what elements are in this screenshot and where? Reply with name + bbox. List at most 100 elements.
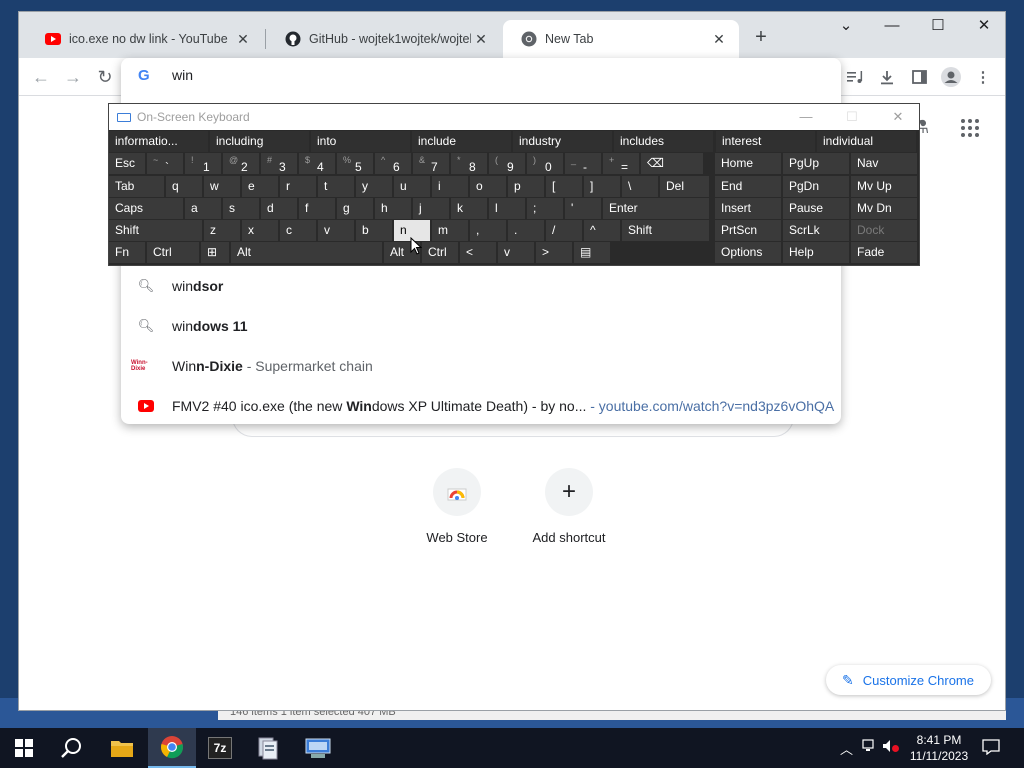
osk-key-m[interactable]: m bbox=[432, 220, 468, 241]
osk-key-y[interactable]: y bbox=[356, 176, 392, 197]
osk-close-icon[interactable]: ✕ bbox=[875, 104, 921, 130]
osk-key-11[interactable]: ) 0 bbox=[527, 153, 563, 174]
osk-key-14[interactable]: ⌫ bbox=[641, 153, 703, 174]
osk-key-k[interactable]: k bbox=[451, 198, 487, 219]
osk-key-fn[interactable]: Fn bbox=[109, 242, 145, 263]
osk-key-[interactable]: ] bbox=[584, 176, 620, 197]
osk-minimize-icon[interactable]: — bbox=[783, 104, 829, 130]
osk-key-u[interactable]: u bbox=[394, 176, 430, 197]
osk-key-[interactable]: [ bbox=[546, 176, 582, 197]
shortcut-add[interactable]: + Add shortcut bbox=[513, 468, 625, 545]
osk-prediction[interactable]: individual bbox=[817, 131, 916, 152]
forward-arrow-icon[interactable]: → bbox=[59, 63, 87, 91]
osk-prediction[interactable]: interest bbox=[716, 131, 815, 152]
osk-key-punct[interactable]: . bbox=[508, 220, 544, 241]
osk-key-scrlk[interactable]: ScrLk bbox=[783, 220, 849, 241]
osk-key-c[interactable]: c bbox=[280, 220, 316, 241]
osk-key-q[interactable]: q bbox=[166, 176, 202, 197]
shortcut-web-store[interactable]: Web Store bbox=[401, 468, 513, 545]
osk-key-dock[interactable]: Dock bbox=[851, 220, 917, 241]
osk-key-s[interactable]: s bbox=[223, 198, 259, 219]
osk-key-caps[interactable]: Caps bbox=[109, 198, 183, 219]
osk-key-v[interactable]: v bbox=[498, 242, 534, 263]
tab-close-icon[interactable]: ✕ bbox=[471, 31, 491, 48]
osk-key-h[interactable]: h bbox=[375, 198, 411, 219]
osk-key-z[interactable]: z bbox=[204, 220, 240, 241]
osk-key-o[interactable]: o bbox=[470, 176, 506, 197]
osk-key-pgdn[interactable]: PgDn bbox=[783, 176, 849, 197]
osk-taskbar-button[interactable] bbox=[294, 728, 342, 768]
osk-prediction[interactable]: industry bbox=[513, 131, 612, 152]
osk-key-insert[interactable]: Insert bbox=[715, 198, 781, 219]
osk-key-b[interactable]: b bbox=[356, 220, 392, 241]
osk-key-fade[interactable]: Fade bbox=[851, 242, 917, 263]
osk-key-8[interactable]: & 7 bbox=[413, 153, 449, 174]
osk-key-g[interactable]: g bbox=[337, 198, 373, 219]
osk-key-5[interactable]: $4 bbox=[299, 153, 335, 174]
osk-key-x[interactable]: x bbox=[242, 220, 278, 241]
osk-key-punct[interactable]: ' bbox=[565, 198, 601, 219]
tab-close-icon[interactable]: ✕ bbox=[709, 31, 729, 48]
osk-key-12[interactable]: _ - bbox=[565, 153, 601, 174]
osk-prediction[interactable]: include bbox=[412, 131, 511, 152]
7zip-button[interactable]: 7z bbox=[196, 728, 244, 768]
osk-key-0[interactable]: Esc bbox=[109, 153, 145, 174]
profile-avatar-icon[interactable] bbox=[937, 63, 965, 91]
osk-key-2[interactable]: ! 1 bbox=[185, 153, 221, 174]
osk-key-punct[interactable]: ^ bbox=[584, 220, 620, 241]
osk-key-help[interactable]: Help bbox=[783, 242, 849, 263]
osk-key-d[interactable]: d bbox=[261, 198, 297, 219]
new-tab-plus-icon[interactable]: + bbox=[747, 24, 775, 52]
tab-close-icon[interactable]: ✕ bbox=[233, 31, 253, 48]
back-arrow-icon[interactable]: ← bbox=[27, 63, 55, 91]
tab-new-tab[interactable]: New Tab ✕ bbox=[503, 20, 739, 58]
search-button[interactable] bbox=[48, 728, 96, 768]
osk-key-home[interactable]: Home bbox=[715, 153, 781, 174]
osk-key-i[interactable]: i bbox=[432, 176, 468, 197]
osk-key-a[interactable]: a bbox=[185, 198, 221, 219]
osk-key-nav[interactable]: Nav bbox=[851, 153, 917, 174]
chrome-taskbar-button[interactable] bbox=[148, 728, 196, 768]
osk-key-punct[interactable]: , bbox=[470, 220, 506, 241]
system-clock[interactable]: 8:41 PM 11/11/2023 bbox=[906, 732, 972, 764]
osk-key-w[interactable]: w bbox=[204, 176, 240, 197]
media-queue-icon[interactable] bbox=[841, 63, 869, 91]
omnibox-input[interactable]: win bbox=[172, 67, 193, 83]
osk-key-v[interactable]: v bbox=[318, 220, 354, 241]
start-button[interactable] bbox=[0, 728, 48, 768]
osk-prediction[interactable]: into bbox=[311, 131, 410, 152]
osk-key-r[interactable]: r bbox=[280, 176, 316, 197]
osk-key-shift[interactable]: Shift bbox=[622, 220, 709, 241]
osk-prediction[interactable]: including bbox=[210, 131, 309, 152]
file-explorer-button[interactable] bbox=[98, 728, 146, 768]
osk-key-shift[interactable]: Shift bbox=[109, 220, 202, 241]
osk-key-t[interactable]: t bbox=[318, 176, 354, 197]
tab-search-chevron-icon[interactable]: ⌄ bbox=[823, 12, 869, 42]
osk-key-4[interactable]: #3 bbox=[261, 153, 297, 174]
osk-key-pause[interactable]: Pause bbox=[783, 198, 849, 219]
notifications-icon[interactable] bbox=[982, 739, 1000, 760]
reload-icon[interactable]: ↻ bbox=[91, 63, 119, 91]
osk-key-f[interactable]: f bbox=[299, 198, 335, 219]
osk-key-arrow[interactable]: ▤ bbox=[574, 242, 610, 263]
close-window-icon[interactable]: ✕ bbox=[961, 12, 1005, 42]
tab-youtube[interactable]: ico.exe no dw link - YouTube ✕ bbox=[27, 20, 263, 58]
osk-key-9[interactable]: * 8 bbox=[451, 153, 487, 174]
maximize-icon[interactable]: ☐ bbox=[915, 12, 961, 42]
osk-key-l[interactable]: l bbox=[489, 198, 525, 219]
google-apps-icon[interactable] bbox=[961, 119, 979, 137]
osk-key-punct[interactable]: / bbox=[546, 220, 582, 241]
osk-key-7[interactable]: ^ 6 bbox=[375, 153, 411, 174]
osk-key-tab[interactable]: Tab bbox=[109, 176, 164, 197]
kebab-menu-icon[interactable]: ⋮ bbox=[969, 63, 997, 91]
osk-prediction[interactable]: includes bbox=[614, 131, 713, 152]
osk-key-arrow[interactable]: < bbox=[460, 242, 496, 263]
osk-key-prtscn[interactable]: PrtScn bbox=[715, 220, 781, 241]
side-panel-icon[interactable] bbox=[905, 63, 933, 91]
customize-chrome-button[interactable]: ✎ Customize Chrome bbox=[826, 665, 991, 695]
omnibox-input-row[interactable]: G win bbox=[121, 58, 841, 94]
osk-key-3[interactable]: @2 bbox=[223, 153, 259, 174]
osk-key-options[interactable]: Options bbox=[715, 242, 781, 263]
osk-key-j[interactable]: j bbox=[413, 198, 449, 219]
volume-muted-icon[interactable] bbox=[882, 739, 900, 756]
